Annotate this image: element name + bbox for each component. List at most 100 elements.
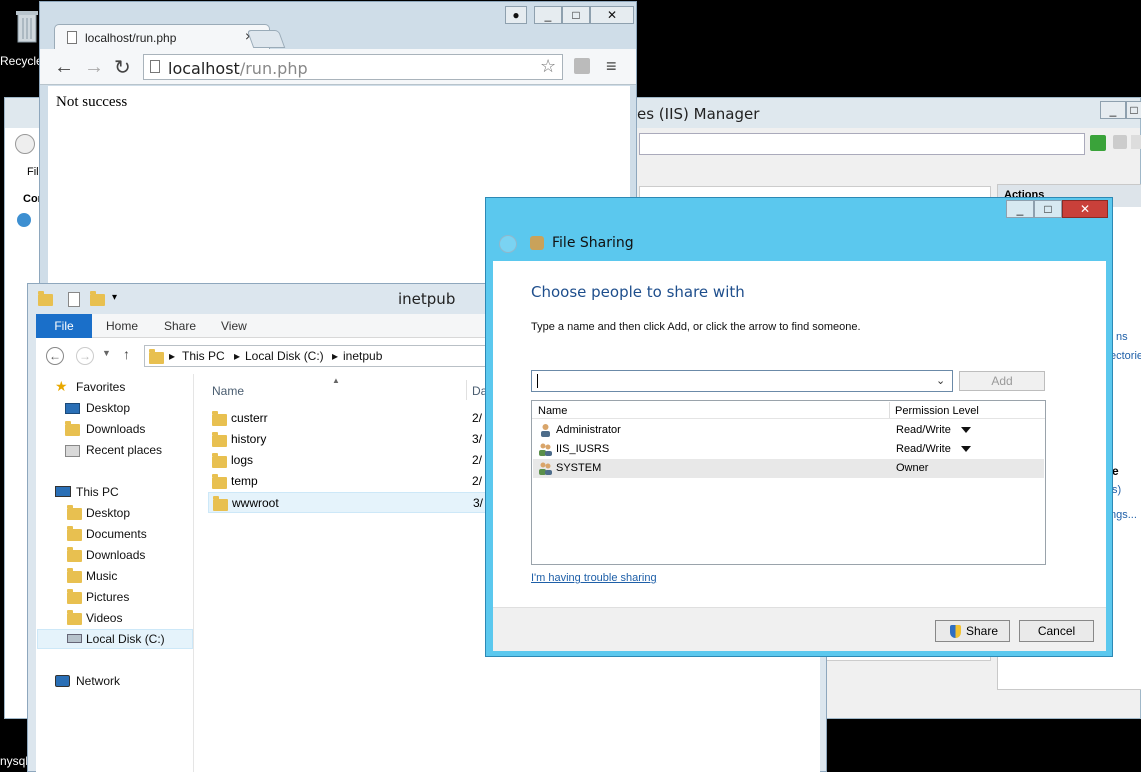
file-date: 2/ <box>472 411 483 425</box>
dialog-maximize-button[interactable]: □ <box>1034 200 1062 218</box>
dialog-close-button[interactable]: ✕ <box>1062 200 1108 218</box>
recycle-bin-icon[interactable] <box>14 6 40 46</box>
nav-fav-downloads[interactable]: Downloads <box>86 422 145 436</box>
chrome-minimize-button[interactable]: _ <box>534 6 562 24</box>
nav-pc-videos[interactable]: Videos <box>86 611 122 625</box>
nav-pc-music[interactable]: Music <box>86 569 117 583</box>
new-folder-icon[interactable] <box>90 291 105 309</box>
chrome-tab[interactable]: localhost/run.php × <box>54 24 270 50</box>
file-row-temp[interactable]: temp 2/ <box>208 471 488 492</box>
chevron-down-icon[interactable] <box>961 446 971 452</box>
chevron-down-icon[interactable]: ⌄ <box>936 374 945 387</box>
refresh-icon[interactable] <box>1090 135 1106 151</box>
nav-pc-pictures[interactable]: Pictures <box>86 590 129 604</box>
nav-pc-downloads[interactable]: Downloads <box>86 548 145 562</box>
name-combobox[interactable]: ⌄ <box>531 370 953 392</box>
breadcrumb-sep: ▸ <box>169 349 176 363</box>
chrome-maximize-button[interactable]: □ <box>562 6 590 24</box>
iis-action-link-1[interactable]: ns <box>1116 331 1128 343</box>
star-icon[interactable]: ☆ <box>540 56 556 77</box>
share-row-permission: Owner <box>896 462 929 474</box>
nav-pc-documents[interactable]: Documents <box>86 527 147 541</box>
nav-network[interactable]: Network <box>76 674 120 688</box>
recent-locations-icon[interactable]: ▼ <box>102 348 111 358</box>
iis-minimize-button[interactable]: _ <box>1100 101 1126 119</box>
ribbon-tab-home[interactable]: Home <box>106 314 138 338</box>
iis-action-link-3[interactable]: s) <box>1112 484 1121 496</box>
file-row-history[interactable]: history 3/ <box>208 429 488 450</box>
dialog-footer: Share Cancel <box>493 607 1106 651</box>
group-icon <box>539 462 552 475</box>
file-row-custerr[interactable]: custerr 2/ <box>208 408 488 429</box>
chrome-close-button[interactable]: ✕ <box>590 6 634 24</box>
iis-address-bar[interactable] <box>639 133 1085 155</box>
file-name: custerr <box>231 411 268 425</box>
chrome-user-button[interactable]: ● <box>505 6 527 24</box>
people-icon <box>530 236 544 250</box>
up-icon[interactable]: ↑ <box>123 346 130 362</box>
file-row-wwwroot[interactable]: wwwroot 3/ <box>208 492 488 513</box>
nav-this-pc[interactable]: This PC <box>76 485 119 499</box>
column-header-permission[interactable]: Permission Level <box>895 405 979 417</box>
share-row-iis-iusrs[interactable]: IIS_IUSRS Read/Write <box>533 440 1044 459</box>
share-row-permission[interactable]: Read/Write <box>896 424 951 436</box>
iis-back-icon[interactable] <box>15 134 35 154</box>
ribbon-tab-share[interactable]: Share <box>164 314 196 338</box>
stop-icon[interactable] <box>1113 135 1127 149</box>
column-header-name[interactable]: Name <box>212 384 244 398</box>
iis-maximize-button[interactable]: □ <box>1126 101 1141 119</box>
share-row-administrator[interactable]: Administrator Read/Write <box>533 421 1044 440</box>
reload-icon[interactable]: ↻ <box>114 55 131 80</box>
extension-icon[interactable] <box>574 58 590 74</box>
nav-pc-desktop[interactable]: Desktop <box>86 506 130 520</box>
home-icon[interactable] <box>1131 135 1141 149</box>
url-bar[interactable]: localhost/run.php ☆ <box>143 54 563 80</box>
share-button[interactable]: Share <box>935 620 1010 642</box>
recycle-bin-label: Recycle <box>0 54 43 68</box>
share-row-system[interactable]: SYSTEM Owner <box>533 459 1044 478</box>
nav-fav-recent[interactable]: Recent places <box>86 443 162 457</box>
new-tab-button[interactable] <box>246 30 286 48</box>
share-row-permission[interactable]: Read/Write <box>896 443 951 455</box>
breadcrumb-local-disk[interactable]: Local Disk (C:) <box>245 349 324 363</box>
breadcrumb-this-pc[interactable]: This PC <box>182 349 225 363</box>
downloads-icon <box>67 547 82 565</box>
back-icon[interactable]: ← <box>46 347 64 365</box>
navigation-pane: ★ Favorites Desktop Downloads Recent pla… <box>36 374 194 772</box>
nav-favorites[interactable]: Favorites <box>76 380 125 394</box>
back-icon[interactable]: ← <box>54 56 74 79</box>
column-header-name[interactable]: Name <box>538 405 567 417</box>
forward-icon[interactable]: → <box>76 347 94 365</box>
globe-icon[interactable] <box>17 213 31 227</box>
dialog-instruction: Type a name and then click Add, or click… <box>531 321 861 333</box>
properties-icon[interactable] <box>68 292 80 307</box>
iis-menu-partial[interactable]: Fil <box>27 166 39 178</box>
file-name: wwwroot <box>232 496 279 510</box>
network-icon <box>55 675 70 687</box>
chevron-down-icon[interactable]: ▾ <box>112 292 117 303</box>
nav-fav-desktop[interactable]: Desktop <box>86 401 130 415</box>
dialog-minimize-button[interactable]: _ <box>1006 200 1034 218</box>
share-row-name: Administrator <box>556 424 621 436</box>
ribbon-tab-file[interactable]: File <box>36 314 92 338</box>
trouble-sharing-link[interactable]: I'm having trouble sharing <box>531 572 657 584</box>
column-divider[interactable] <box>466 380 467 400</box>
file-row-logs[interactable]: logs 2/ <box>208 450 488 471</box>
share-grid: Name Permission Level Administrator Read… <box>531 400 1046 565</box>
cancel-button[interactable]: Cancel <box>1019 620 1094 642</box>
iis-action-link-4[interactable]: ngs... <box>1110 509 1137 521</box>
breadcrumb-inetpub[interactable]: inetpub <box>343 349 382 363</box>
downloads-icon <box>65 421 80 439</box>
explorer-title: inetpub <box>398 290 456 308</box>
share-button-label: Share <box>966 624 999 638</box>
back-icon[interactable] <box>499 235 517 253</box>
column-divider[interactable] <box>889 402 890 418</box>
add-button[interactable]: Add <box>959 371 1045 391</box>
iis-action-link-2[interactable]: ectories <box>1110 350 1141 362</box>
nav-pc-local-disk[interactable]: Local Disk (C:) <box>86 632 165 646</box>
folder-icon <box>212 432 227 450</box>
chevron-down-icon[interactable] <box>961 427 971 433</box>
ribbon-tab-view[interactable]: View <box>221 314 247 338</box>
forward-icon[interactable]: → <box>84 56 104 79</box>
menu-icon[interactable]: ≡ <box>606 56 617 77</box>
